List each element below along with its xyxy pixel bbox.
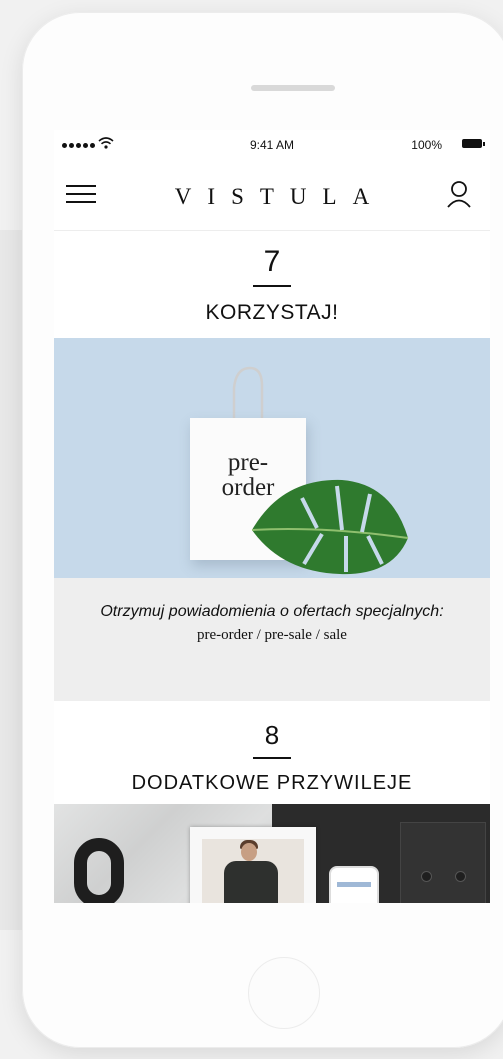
home-button[interactable] bbox=[248, 957, 320, 1029]
photo-frame bbox=[190, 827, 316, 903]
brand-logo[interactable]: VISTULA bbox=[54, 184, 490, 210]
nav-bar: VISTULA bbox=[54, 160, 490, 230]
app-screen: 9:41 AM 100% VISTULA 7 KORZYSTAJ! pre- o… bbox=[54, 130, 490, 903]
offers-caption: Otrzymuj powiadomienia o ofertach specja… bbox=[54, 578, 490, 701]
section-8-header: 8 DODATKOWE PRZYWILEJE bbox=[54, 701, 490, 804]
privileges-image bbox=[54, 804, 490, 903]
monstera-leaf-image bbox=[251, 479, 409, 575]
section-number: 7 bbox=[263, 245, 281, 278]
status-bar: 9:41 AM 100% bbox=[54, 130, 490, 160]
phone-speaker bbox=[251, 85, 335, 91]
model-photo bbox=[224, 861, 278, 903]
section-title: KORZYSTAJ! bbox=[205, 301, 339, 324]
section-number: 8 bbox=[264, 720, 280, 750]
envelope-image bbox=[400, 822, 486, 903]
bag-handle bbox=[232, 366, 264, 426]
section-divider bbox=[253, 285, 291, 287]
decor-object bbox=[74, 838, 124, 903]
pre-order-image: pre- order bbox=[54, 338, 490, 578]
user-icon[interactable] bbox=[446, 180, 472, 208]
caption-text: Otrzymuj powiadomienia o ofertach specja… bbox=[100, 603, 444, 620]
section-title: DODATKOWE PRZYWILEJE bbox=[131, 772, 413, 794]
section-divider bbox=[253, 757, 291, 759]
battery-percent: 100% bbox=[411, 138, 442, 152]
battery-icon bbox=[462, 139, 485, 148]
section-7-header: 7 KORZYSTAJ! bbox=[54, 230, 490, 339]
caption-options: pre-order / pre-sale / sale bbox=[197, 627, 347, 643]
mini-phone-image bbox=[329, 866, 379, 903]
